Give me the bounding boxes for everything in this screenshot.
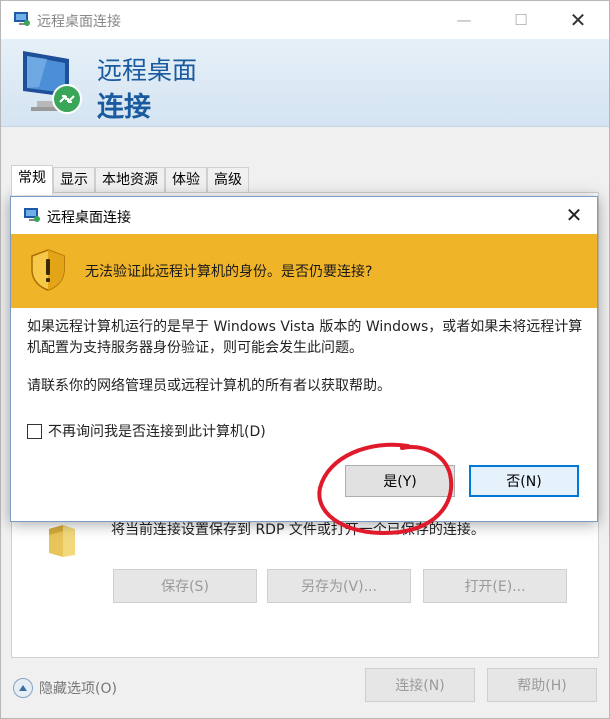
close-button[interactable]: ✕ [555, 1, 601, 39]
banner-title-line2: 连接 [97, 92, 151, 123]
warning-shield-icon [31, 249, 65, 291]
dialog-help-text: 请联系你的网络管理员或远程计算机的所有者以获取帮助。 [27, 378, 391, 394]
dialog-title-bar: 远程桌面连接 ✕ [11, 197, 597, 233]
tab-experience[interactable]: 体验 [165, 167, 207, 193]
dialog-title: 远程桌面连接 [47, 210, 131, 226]
tab-advanced[interactable]: 高级 [207, 167, 249, 193]
tab-local-resources[interactable]: 本地资源 [95, 167, 165, 193]
title-bar: 远程桌面连接 — ☐ ✕ [1, 1, 609, 39]
dont-ask-again-checkbox[interactable] [27, 423, 42, 439]
dont-ask-again-label: 不再询问我是否连接到此计算机(D) [48, 424, 266, 440]
tab-strip: 常规 显示 本地资源 体验 高级 [11, 165, 249, 195]
banner-title-line1: 远程桌面 [97, 56, 198, 85]
dont-ask-again-row[interactable]: 不再询问我是否连接到此计算机(D) [27, 421, 266, 441]
folder-icon [49, 525, 75, 557]
hide-options-label: 隐藏选项(O) [39, 681, 117, 697]
yes-button[interactable]: 是(Y) [345, 465, 455, 497]
save-button[interactable]: 保存(S) [113, 569, 257, 603]
header-banner: 远程桌面 连接 [1, 39, 609, 127]
connect-button[interactable]: 连接(N) [365, 668, 475, 702]
tab-general[interactable]: 常规 [11, 165, 53, 195]
minimize-button[interactable]: — [441, 1, 487, 39]
maximize-button[interactable]: ☐ [498, 1, 544, 39]
window-title: 远程桌面连接 [37, 14, 121, 30]
security-warning-dialog: 远程桌面连接 ✕ 无法验证此远程计算机的身份。是否仍要连接? 如果远程计算机运行… [10, 196, 598, 522]
no-button[interactable]: 否(N) [469, 465, 579, 497]
save-connection-description: 将当前连接设置保存到 RDP 文件或打开一个已保存的连接。 [111, 522, 485, 538]
dialog-body-text: 如果远程计算机运行的是早于 Windows Vista 版本的 Windows，… [27, 319, 583, 356]
chevron-up-icon [13, 678, 33, 698]
remote-desktop-icon [24, 208, 40, 222]
warning-message: 无法验证此远程计算机的身份。是否仍要连接? [85, 264, 373, 280]
save-as-button[interactable]: 另存为(V)... [267, 569, 411, 603]
remote-desktop-icon [14, 12, 30, 26]
dialog-close-button[interactable]: ✕ [551, 197, 597, 233]
hide-options-toggle[interactable]: 隐藏选项(O) [13, 678, 117, 698]
help-button[interactable]: 帮助(H) [487, 668, 597, 702]
remote-desktop-monitor-icon [23, 51, 82, 114]
warning-banner: 无法验证此远程计算机的身份。是否仍要连接? [11, 234, 597, 308]
open-button[interactable]: 打开(E)... [423, 569, 567, 603]
tab-display[interactable]: 显示 [53, 167, 95, 193]
